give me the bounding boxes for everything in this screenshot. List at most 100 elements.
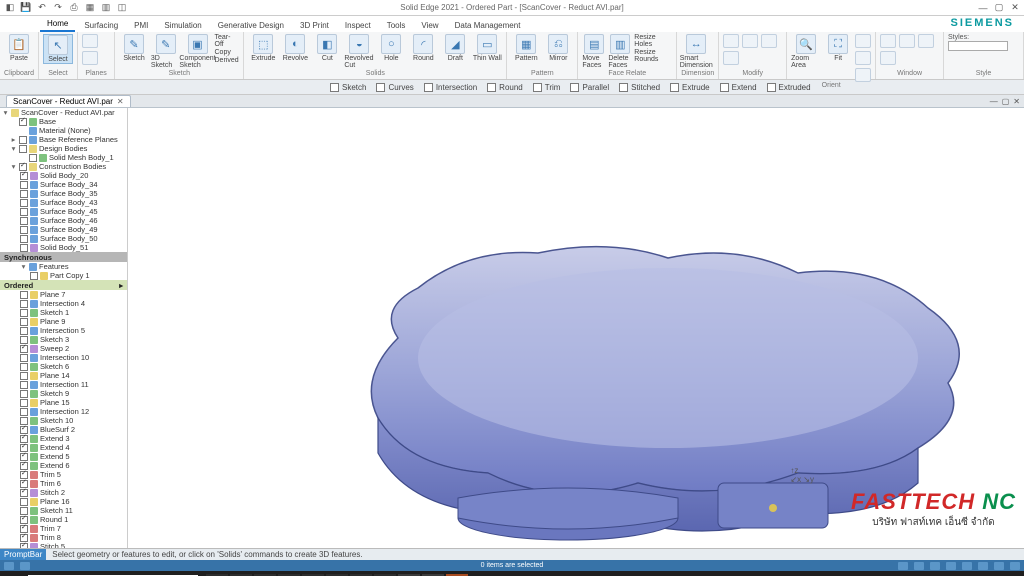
- start-button[interactable]: [0, 571, 28, 576]
- filter-extend[interactable]: Extend: [720, 83, 757, 92]
- 3dsketch-button[interactable]: ✎3D Sketch: [151, 34, 181, 69]
- view-triad[interactable]: ↑z↙x ↘y: [790, 466, 814, 484]
- tab-tools[interactable]: Tools: [380, 19, 413, 32]
- movefaces-button[interactable]: ▤Move Faces: [582, 34, 606, 69]
- modify-icon[interactable]: [723, 51, 739, 65]
- maximize-button[interactable]: ▢: [992, 2, 1006, 14]
- tree-ordered-item[interactable]: Extend 4: [0, 443, 127, 452]
- orient-icon[interactable]: [855, 68, 871, 82]
- tab-inspect[interactable]: Inspect: [338, 19, 378, 32]
- tree-ordered-item[interactable]: Intersection 11: [0, 380, 127, 389]
- tree-ordered-item[interactable]: Sketch 1: [0, 308, 127, 317]
- extrude-button[interactable]: ⬚Extrude: [248, 34, 278, 69]
- status-icon[interactable]: [4, 562, 14, 570]
- window-icon[interactable]: [880, 51, 896, 65]
- smartdim-button[interactable]: ↔Smart Dimension: [681, 34, 711, 69]
- fit-button[interactable]: ⛶Fit: [823, 34, 853, 82]
- delfaces-button[interactable]: ▥Delete Faces: [608, 34, 632, 69]
- filter-parallel[interactable]: Parallel: [570, 83, 609, 92]
- tree-ordered-item[interactable]: Trim 7: [0, 524, 127, 533]
- status-icon[interactable]: [978, 562, 988, 570]
- modify-icon[interactable]: [742, 34, 758, 48]
- qat-redo-icon[interactable]: ↷: [52, 2, 64, 14]
- hole-button[interactable]: ○Hole: [376, 34, 406, 69]
- status-icon[interactable]: [994, 562, 1004, 570]
- doc-min-icon[interactable]: —: [990, 97, 998, 106]
- pattern-button[interactable]: ▦Pattern: [511, 34, 541, 62]
- filter-trim[interactable]: Trim: [533, 83, 561, 92]
- status-icon[interactable]: [962, 562, 972, 570]
- tree-ordered-item[interactable]: Intersection 5: [0, 326, 127, 335]
- filter-extrude[interactable]: Extrude: [670, 83, 710, 92]
- qat-print-icon[interactable]: ⎙: [68, 2, 80, 14]
- app-menu-button[interactable]: ◧: [4, 2, 16, 14]
- compsketch-button[interactable]: ▣Component Sketch: [183, 34, 213, 69]
- filter-extruded[interactable]: Extruded: [767, 83, 811, 92]
- mirror-button[interactable]: ⎌Mirror: [543, 34, 573, 62]
- status-icon[interactable]: [914, 562, 924, 570]
- tab-home[interactable]: Home: [40, 17, 75, 32]
- draft-button[interactable]: ◢Draft: [440, 34, 470, 69]
- orient-icon[interactable]: [855, 34, 871, 48]
- close-button[interactable]: ✕: [1008, 2, 1022, 14]
- filter-stitched[interactable]: Stitched: [619, 83, 660, 92]
- tree-ordered-item[interactable]: Round 1: [0, 515, 127, 524]
- tree-ordered-item[interactable]: Intersection 12: [0, 407, 127, 416]
- copy-item[interactable]: Copy: [215, 49, 240, 56]
- tab-surfacing[interactable]: Surfacing: [77, 19, 125, 32]
- filter-round[interactable]: Round: [487, 83, 523, 92]
- tab-data[interactable]: Data Management: [448, 19, 528, 32]
- tree-ordered-item[interactable]: Plane 9: [0, 317, 127, 326]
- tree-ordered-item[interactable]: Trim 5: [0, 470, 127, 479]
- filter-sketch[interactable]: Sketch: [330, 83, 366, 92]
- qat-save-icon[interactable]: 💾: [20, 2, 32, 14]
- close-icon[interactable]: ✕: [117, 97, 124, 106]
- resize-holes[interactable]: Resize Holes: [634, 34, 672, 48]
- tree-ordered-item[interactable]: Plane 14: [0, 371, 127, 380]
- plane-icon[interactable]: [82, 51, 98, 65]
- tree-ordered-item[interactable]: Sketch 11: [0, 506, 127, 515]
- status-icon[interactable]: [20, 562, 30, 570]
- tree-ordered-item[interactable]: Intersection 10: [0, 353, 127, 362]
- qat-undo-icon[interactable]: ↶: [36, 2, 48, 14]
- tree-ordered-item[interactable]: Extend 6: [0, 461, 127, 470]
- doc-max-icon[interactable]: ▢: [1002, 97, 1010, 106]
- qat-item[interactable]: ▥: [100, 2, 112, 14]
- cut-button[interactable]: ◧Cut: [312, 34, 342, 69]
- sketch-button[interactable]: ✎Sketch: [119, 34, 149, 69]
- tree-ordered-item[interactable]: Extend 5: [0, 452, 127, 461]
- tab-generative[interactable]: Generative Design: [211, 19, 291, 32]
- revolve-button[interactable]: ◐Revolve: [280, 34, 310, 69]
- thinwall-button[interactable]: ▭Thin Wall: [472, 34, 502, 69]
- derived-item[interactable]: Derived: [215, 57, 240, 64]
- window-icon[interactable]: [918, 34, 934, 48]
- tree-ordered-item[interactable]: Intersection 4: [0, 299, 127, 308]
- qat-item[interactable]: ▦: [84, 2, 96, 14]
- tab-view[interactable]: View: [414, 19, 445, 32]
- modify-icon[interactable]: [723, 34, 739, 48]
- graphics-viewport[interactable]: ▷ ↑z↙x ↘y FASTTECH NC บริษัท ฟาสท์เทค เอ…: [128, 108, 1024, 548]
- tree-ordered-item[interactable]: Sketch 10: [0, 416, 127, 425]
- minimize-button[interactable]: —: [976, 2, 990, 14]
- qat-item[interactable]: ◫: [116, 2, 128, 14]
- tree-ordered-item[interactable]: Trim 6: [0, 479, 127, 488]
- tearoff-item[interactable]: Tear-Off: [215, 34, 240, 48]
- orient-icon[interactable]: [855, 51, 871, 65]
- tree-ordered-item[interactable]: Sketch 3: [0, 335, 127, 344]
- tree-ordered-item[interactable]: Sketch 9: [0, 389, 127, 398]
- status-icon[interactable]: [1010, 562, 1020, 570]
- status-icon[interactable]: [898, 562, 908, 570]
- status-icon[interactable]: [930, 562, 940, 570]
- paste-button[interactable]: 📋Paste: [4, 34, 34, 62]
- tree-ordered-item[interactable]: Plane 15: [0, 398, 127, 407]
- status-icon[interactable]: [946, 562, 956, 570]
- filter-intersection[interactable]: Intersection: [424, 83, 477, 92]
- tree-ordered-item[interactable]: Stitch 5: [0, 542, 127, 548]
- tree-ordered-item[interactable]: BlueSurf 2: [0, 425, 127, 434]
- tree-ordered-item[interactable]: Stitch 2: [0, 488, 127, 497]
- tab-pmi[interactable]: PMI: [127, 19, 155, 32]
- plane-icon[interactable]: [82, 34, 98, 48]
- window-icon[interactable]: [899, 34, 915, 48]
- tree-ordered-item[interactable]: Plane 7: [0, 290, 127, 299]
- doc-tab[interactable]: ScanCover - Reduct AVI.par ✕: [6, 95, 131, 107]
